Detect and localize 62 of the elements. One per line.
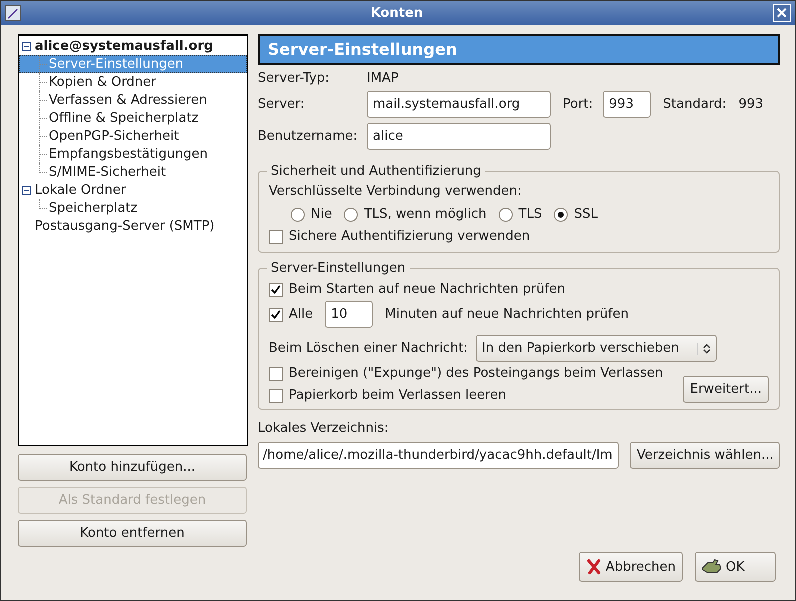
- checkbox[interactable]: [269, 388, 283, 402]
- option-prompt: Verschlüsselte Verbindung verwenden:: [269, 184, 523, 199]
- choose-directory-button[interactable]: Verzeichnis wählen...: [630, 442, 780, 469]
- group-title: Server-Einstellungen: [270, 261, 407, 276]
- checkbox[interactable]: [269, 308, 283, 322]
- checkbox[interactable]: [269, 230, 283, 244]
- field-label: Standard:: [663, 97, 727, 112]
- window-title: Konten: [370, 6, 424, 20]
- username-field[interactable]: alice: [367, 123, 551, 150]
- checkbox-label: Papierkorb beim Verlassen leeren: [289, 388, 506, 403]
- checkbox[interactable]: [269, 366, 283, 380]
- field-label: Minuten auf neue Nachrichten prüfen: [385, 307, 629, 322]
- minutes-field[interactable]: 10: [325, 301, 374, 328]
- tree-item[interactable]: Empfangsbestätigungen: [19, 145, 247, 163]
- updown-arrows-icon: [697, 342, 712, 354]
- dialog-button[interactable]: Abbrechen: [578, 552, 683, 582]
- radio-label: SSL: [574, 207, 598, 222]
- checkbox-label: Sichere Authentifizierung verwenden: [289, 229, 530, 244]
- radio-button[interactable]: [498, 208, 513, 222]
- account-button[interactable]: Konto entfernen: [18, 520, 247, 547]
- checkbox[interactable]: [269, 282, 283, 296]
- tree-item[interactable]: Lokale Ordner: [35, 182, 126, 198]
- cross-icon: [586, 559, 602, 575]
- collapse-icon[interactable]: [22, 42, 31, 50]
- radio-button[interactable]: [554, 208, 568, 222]
- tree-item[interactable]: Kopien & Ordner: [19, 73, 247, 91]
- field-value: IMAP: [367, 71, 400, 86]
- collapse-icon[interactable]: [22, 186, 31, 194]
- close-button[interactable]: [773, 4, 791, 22]
- checkbox-label: Alle: [289, 307, 314, 322]
- field-label: Lokales Verzeichnis:: [258, 421, 390, 436]
- page-header: Server-Einstellungen: [258, 34, 780, 65]
- delete-action-dropdown[interactable]: In den Papierkorb verschieben: [476, 335, 718, 362]
- field-value: 993: [738, 97, 764, 112]
- field-label: Benutzername:: [258, 129, 359, 144]
- directory-field[interactable]: /home/alice/.mozilla-thunderbird/yacac9hh.default/Im: [258, 442, 619, 469]
- radio-button[interactable]: [344, 208, 358, 222]
- tree-item[interactable]: Offline & Speicherplatz: [19, 109, 247, 127]
- field-label: Port:: [563, 97, 594, 112]
- tree-item[interactable]: S/MIME-Sicherheit: [19, 163, 247, 181]
- tree-item[interactable]: OpenPGP-Sicherheit: [19, 127, 247, 145]
- app-icon: [5, 5, 21, 21]
- checkbox-label: Bereinigen ("Expunge") des Posteingangs beim Verlassen: [289, 366, 664, 381]
- tree-item[interactable]: Postausgang-Server (SMTP): [35, 218, 215, 234]
- account-button[interactable]: Konto hinzufügen...: [18, 454, 247, 481]
- checkbox-label: Beim Starten auf neue Nachrichten prüfen: [289, 282, 566, 297]
- field-label: Server-Typ:: [258, 71, 331, 86]
- tree-item[interactable]: Speicherplatz: [19, 199, 247, 217]
- radio-label: TLS, wenn möglich: [364, 207, 487, 222]
- radio-button[interactable]: [291, 208, 305, 222]
- tree-item[interactable]: alice@systemausfall.org: [35, 38, 214, 54]
- radio-label: TLS: [518, 207, 542, 222]
- advanced-button[interactable]: Erweitert...: [683, 376, 769, 403]
- field-label: Server:: [258, 97, 306, 112]
- server-field[interactable]: mail.systemausfall.org: [367, 91, 551, 118]
- tree-item[interactable]: Verfassen & Adressieren: [19, 91, 247, 109]
- port-field[interactable]: 993: [603, 91, 652, 118]
- dialog-button[interactable]: OK: [695, 552, 776, 582]
- radio-label: Nie: [311, 207, 332, 222]
- field-label: Beim Löschen einer Nachricht:: [269, 341, 468, 356]
- close-icon: [777, 8, 787, 18]
- group-title: Sicherheit und Authentifizierung: [270, 164, 482, 179]
